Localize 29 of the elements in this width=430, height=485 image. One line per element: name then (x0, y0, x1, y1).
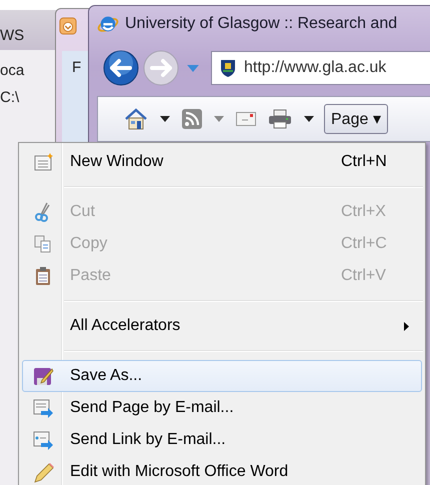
window-text: WS (0, 27, 24, 44)
menu-item[interactable]: All Accelerators (22, 310, 422, 342)
printer-icon[interactable] (268, 109, 292, 129)
send-link-icon (32, 430, 54, 450)
pencil-icon (32, 462, 54, 482)
page-menu-button[interactable]: Page ▾ (324, 104, 388, 134)
window-text: C:\ (0, 89, 20, 106)
menu-item[interactable]: Edit with Microsoft Office Word (22, 456, 422, 485)
feed-icon[interactable] (182, 109, 202, 129)
menu-item[interactable]: Send Page by E-mail... (22, 392, 422, 424)
envelope-icon[interactable] (236, 112, 256, 126)
home-icon[interactable] (124, 108, 148, 130)
address-field[interactable]: http://www.gla.ac.uk (211, 51, 430, 85)
menu-item[interactable]: Save As... (22, 360, 422, 392)
menu-item[interactable]: New Window Ctrl+N (22, 146, 422, 178)
submenu-arrow-icon (404, 322, 409, 330)
window-icon (32, 152, 54, 172)
window-title: University of Glasgow :: Research and (125, 15, 398, 33)
calendar-icon[interactable] (59, 17, 77, 35)
copy-icon (32, 234, 54, 254)
menu-item[interactable]: Send Link by E-mail... (22, 424, 422, 456)
caret-icon[interactable] (160, 116, 170, 122)
caret-icon[interactable] (304, 116, 314, 122)
back-button[interactable] (103, 50, 139, 86)
save-icon (32, 366, 54, 386)
crest-icon (220, 59, 236, 77)
window-text: F (72, 59, 82, 76)
window-text: oca (0, 62, 26, 79)
send-page-icon (32, 398, 54, 418)
